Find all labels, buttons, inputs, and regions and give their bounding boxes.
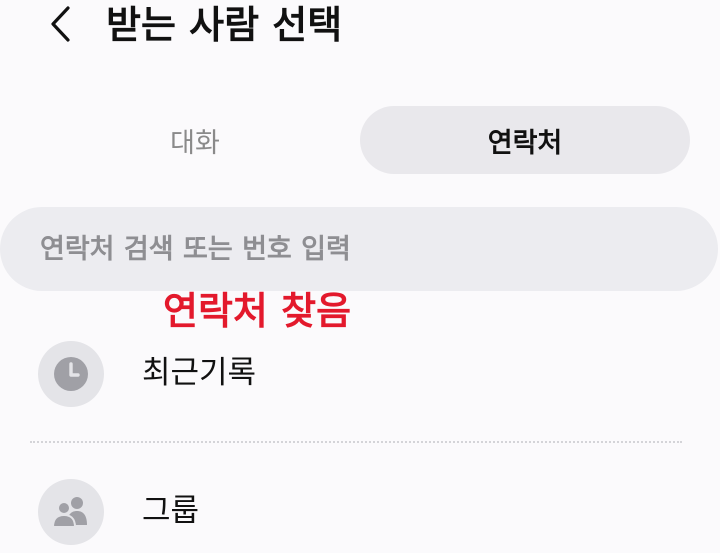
search-box[interactable] xyxy=(0,207,718,291)
tab-contacts[interactable]: 연락처 xyxy=(360,106,690,174)
clock-icon xyxy=(54,357,88,391)
list-item-group[interactable]: 그룹 xyxy=(0,473,720,553)
tab-bar: 대화 연락처 xyxy=(30,106,690,174)
people-icon xyxy=(52,497,87,528)
divider xyxy=(30,441,682,443)
page-title: 받는 사람 선택 xyxy=(106,3,343,47)
search-input[interactable] xyxy=(38,232,682,266)
list-item-label: 그룹 xyxy=(142,493,200,529)
group-icon-circle xyxy=(38,479,104,545)
list-item-label: 최근기록 xyxy=(142,355,257,391)
back-button[interactable] xyxy=(40,2,80,46)
list-item-recent[interactable]: 최근기록 xyxy=(0,335,720,415)
tab-conversation[interactable]: 대화 xyxy=(30,106,360,174)
recipient-select-screen: 받는 사람 선택 대화 연락처 연락처 찾음 최근기록 그룹 xyxy=(0,0,720,553)
annotation-label: 연락처 찾음 xyxy=(163,289,352,333)
header: 받는 사람 선택 xyxy=(0,0,720,56)
recent-icon-circle xyxy=(38,341,104,407)
chevron-left-icon xyxy=(51,6,70,42)
